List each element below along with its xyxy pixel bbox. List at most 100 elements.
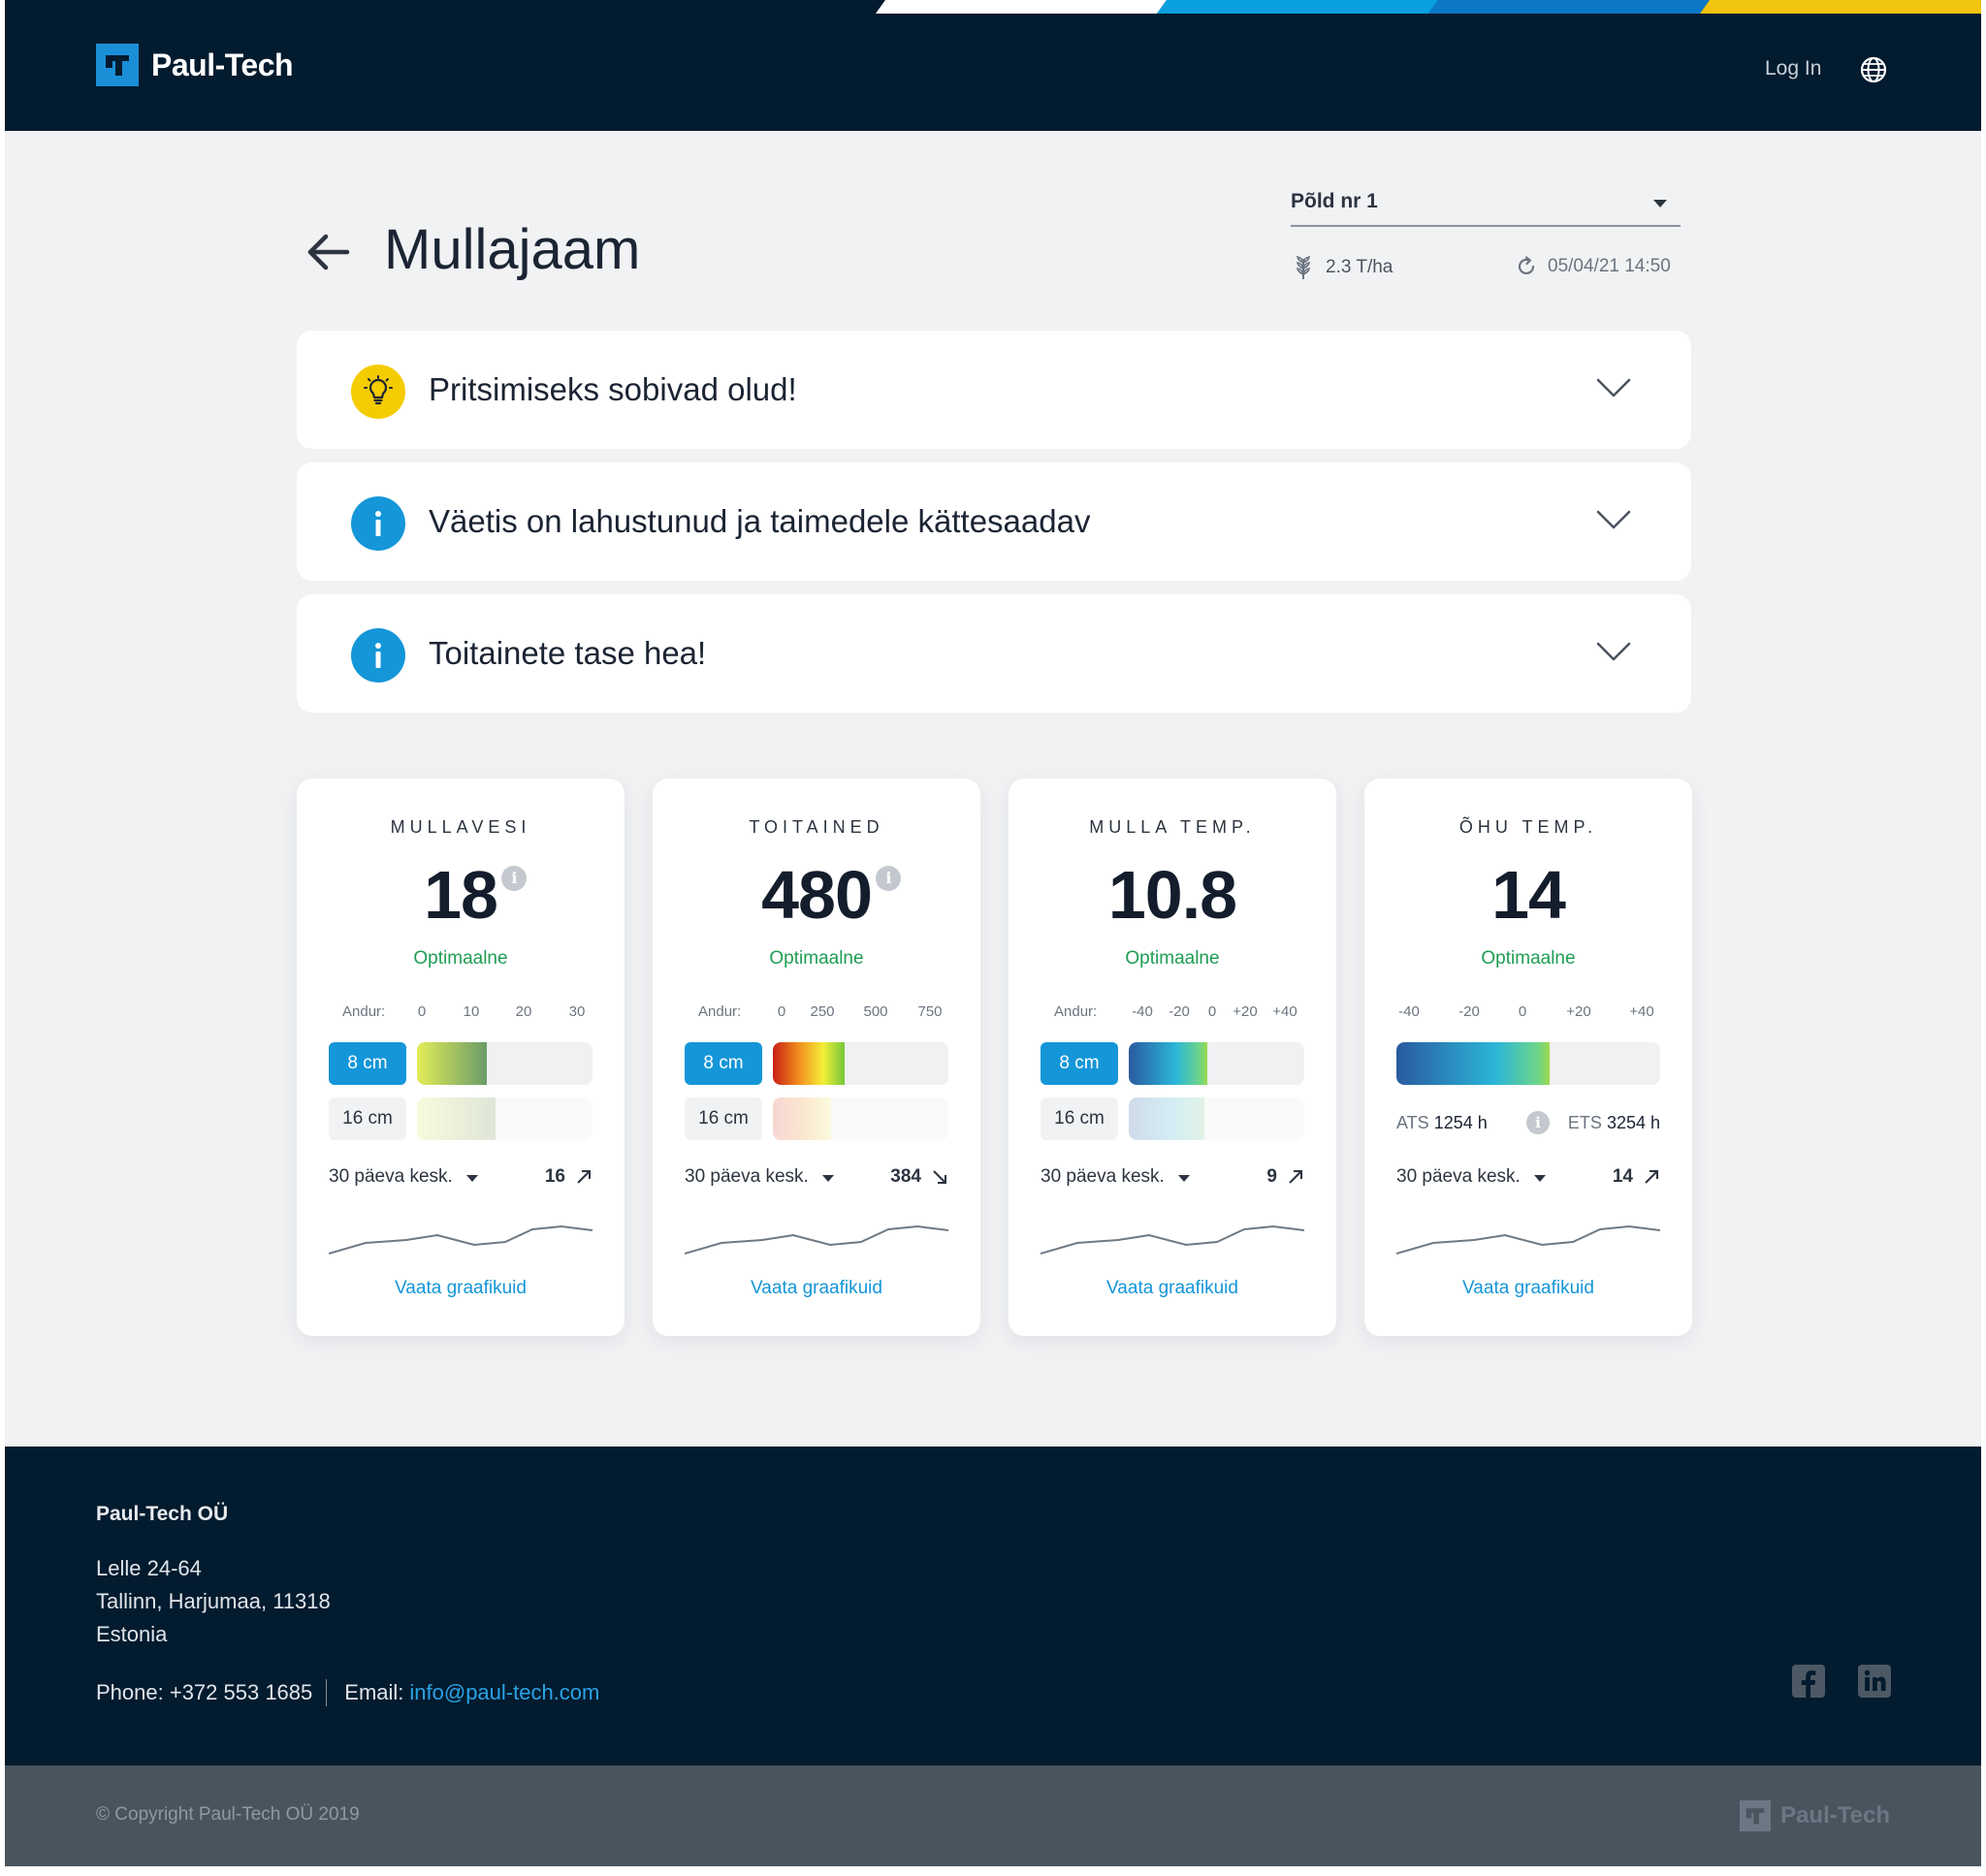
caret-down-icon[interactable] <box>822 1175 834 1182</box>
alert-spraying[interactable]: Pritsimiseks sobivad olud! <box>297 331 1691 449</box>
page-title: Mullajaam <box>384 218 641 281</box>
footer-phone: Phone: +372 553 1685 <box>96 1680 313 1704</box>
caret-down-icon[interactable] <box>1178 1175 1190 1182</box>
level-bar-8cm <box>773 1042 948 1085</box>
info-icon <box>351 628 405 683</box>
average-period-select[interactable]: 30 päeva kesk. <box>685 1166 809 1188</box>
brand-logo[interactable]: Paul-Tech <box>96 44 294 86</box>
footer-address-line: Tallinn, Harjumaa, 11318 <box>96 1589 331 1613</box>
level-fill <box>417 1042 488 1085</box>
card-title: MULLAVESI <box>390 817 531 837</box>
average-value: 14 <box>1612 1166 1633 1187</box>
average-period-select[interactable]: 30 päeva kesk. <box>1396 1166 1521 1188</box>
scale-tick: +20 <box>1233 1003 1258 1020</box>
scale-tick: 0 <box>777 1003 786 1020</box>
view-charts-link[interactable]: Vaata graafikuid <box>297 1278 625 1299</box>
footer-company: Paul-Tech OÜ <box>96 1503 229 1525</box>
average-period-select[interactable]: 30 päeva kesk. <box>329 1166 453 1188</box>
scale-label: Andur: <box>1054 1003 1098 1020</box>
average-value: 16 <box>544 1166 565 1187</box>
top-navbar: Paul-Tech Log In <box>5 0 1981 131</box>
depth-16cm-button[interactable]: 16 cm <box>685 1097 762 1140</box>
caret-down-icon <box>1653 200 1667 207</box>
footer-logo: Paul-Tech <box>1740 1800 1890 1831</box>
sparkline-chart <box>1041 1224 1304 1255</box>
footer-address-line: Estonia <box>96 1622 168 1646</box>
depth-16cm-button[interactable]: 16 cm <box>329 1097 406 1140</box>
scale-tick: -40 <box>1398 1003 1420 1020</box>
level-fill <box>1129 1042 1208 1085</box>
trend-up-icon <box>577 1170 591 1184</box>
wheat-icon <box>1296 255 1311 279</box>
trend-up-icon <box>1289 1170 1302 1184</box>
scale-label: Andur: <box>342 1003 386 1020</box>
scale-tick: 0 <box>1518 1003 1527 1020</box>
footer-address-line: Lelle 24-64 <box>96 1556 202 1580</box>
caret-down-icon[interactable] <box>1534 1175 1546 1182</box>
alert-fertilizer[interactable]: Väetis on lahustunud ja taimedele kättes… <box>297 462 1691 581</box>
scale-tick: +20 <box>1566 1003 1591 1020</box>
level-fill <box>1129 1097 1204 1140</box>
heat-sum-row: ATS 1254 h i ETS 3254 h <box>1396 1111 1660 1134</box>
level-bar-16cm <box>417 1097 593 1140</box>
sensor-scale: -40 -20 0 +20 +40 <box>1364 1003 1692 1025</box>
copyright-bar: © Copyright Paul-Tech OÜ 2019 Paul-Tech <box>5 1765 1981 1866</box>
info-icon[interactable]: i <box>875 866 901 891</box>
info-icon[interactable]: i <box>500 866 527 891</box>
chevron-down-icon[interactable] <box>1596 509 1631 530</box>
login-link[interactable]: Log In <box>1765 57 1821 80</box>
level-fill <box>773 1042 846 1085</box>
ats-value: 1254 h <box>1433 1113 1488 1132</box>
scale-tick: -20 <box>1169 1003 1190 1020</box>
last-updated[interactable]: 05/04/21 14:50 <box>1515 255 1671 278</box>
lightbulb-icon <box>351 365 405 419</box>
trend-up-icon <box>1645 1170 1658 1184</box>
scale-tick: 250 <box>810 1003 835 1020</box>
depth-16cm-button[interactable]: 16 cm <box>1041 1097 1118 1140</box>
sensor-scale: Andur: 0 250 500 750 <box>653 1003 980 1025</box>
depth-8cm-button[interactable]: 8 cm <box>329 1042 406 1085</box>
alert-text: Toitainete tase hea! <box>429 635 707 671</box>
scale-tick: 30 <box>568 1003 586 1020</box>
average-period-select[interactable]: 30 päeva kesk. <box>1041 1166 1165 1188</box>
view-charts-link[interactable]: Vaata graafikuid <box>1009 1278 1336 1299</box>
field-select[interactable]: Põld nr 1 <box>1291 184 1681 227</box>
paul-tech-logo-icon <box>96 44 139 86</box>
card-soil-moisture: MULLAVESI 18 i Optimaalne Andur: 0 10 20 … <box>297 779 625 1336</box>
footer: Paul-Tech OÜ Lelle 24-64 Tallinn, Harjum… <box>5 1447 1981 1765</box>
sensor-scale: Andur: -40 -20 0 +20 +40 <box>1009 1003 1336 1025</box>
card-soil-temperature: MULLA TEMP. 10.8 Optimaalne Andur: -40 -… <box>1009 779 1336 1336</box>
view-charts-link[interactable]: Vaata graafikuid <box>1364 1278 1692 1299</box>
facebook-icon[interactable] <box>1792 1665 1825 1698</box>
depth-8cm-button[interactable]: 8 cm <box>685 1042 762 1085</box>
card-value: 480 i <box>761 856 901 934</box>
info-icon[interactable]: i <box>1526 1111 1550 1134</box>
footer-email-link[interactable]: info@paul-tech.com <box>409 1680 599 1705</box>
view-charts-link[interactable]: Vaata graafikuid <box>653 1278 980 1299</box>
back-arrow-icon[interactable] <box>304 233 351 271</box>
scale-tick: 0 <box>417 1003 427 1020</box>
chevron-down-icon[interactable] <box>1596 377 1631 398</box>
caret-down-icon[interactable] <box>466 1175 478 1182</box>
ets-value: 3254 h <box>1606 1113 1660 1132</box>
scale-tick: +40 <box>1272 1003 1297 1020</box>
average-value: 384 <box>890 1166 921 1187</box>
card-title: TOITAINED <box>749 817 884 837</box>
alert-nutrients[interactable]: Toitainete tase hea! <box>297 594 1691 713</box>
linkedin-icon[interactable] <box>1858 1665 1891 1698</box>
average-row: 30 päeva kesk. 14 <box>1396 1166 1660 1192</box>
scale-tick: +40 <box>1629 1003 1654 1020</box>
chevron-down-icon[interactable] <box>1596 641 1631 662</box>
status-label: Optimaalne <box>769 948 864 969</box>
level-bar <box>1396 1042 1660 1085</box>
level-bar-8cm <box>1129 1042 1304 1085</box>
scale-tick: 0 <box>1207 1003 1217 1020</box>
status-label: Optimaalne <box>413 948 508 969</box>
status-label: Optimaalne <box>1481 948 1576 969</box>
alert-text: Väetis on lahustunud ja taimedele kättes… <box>429 503 1091 539</box>
status-label: Optimaalne <box>1125 948 1220 969</box>
depth-8cm-button[interactable]: 8 cm <box>1041 1042 1118 1085</box>
alert-text: Pritsimiseks sobivad olud! <box>429 371 797 407</box>
globe-icon[interactable] <box>1859 55 1888 84</box>
scale-tick: 500 <box>863 1003 888 1020</box>
